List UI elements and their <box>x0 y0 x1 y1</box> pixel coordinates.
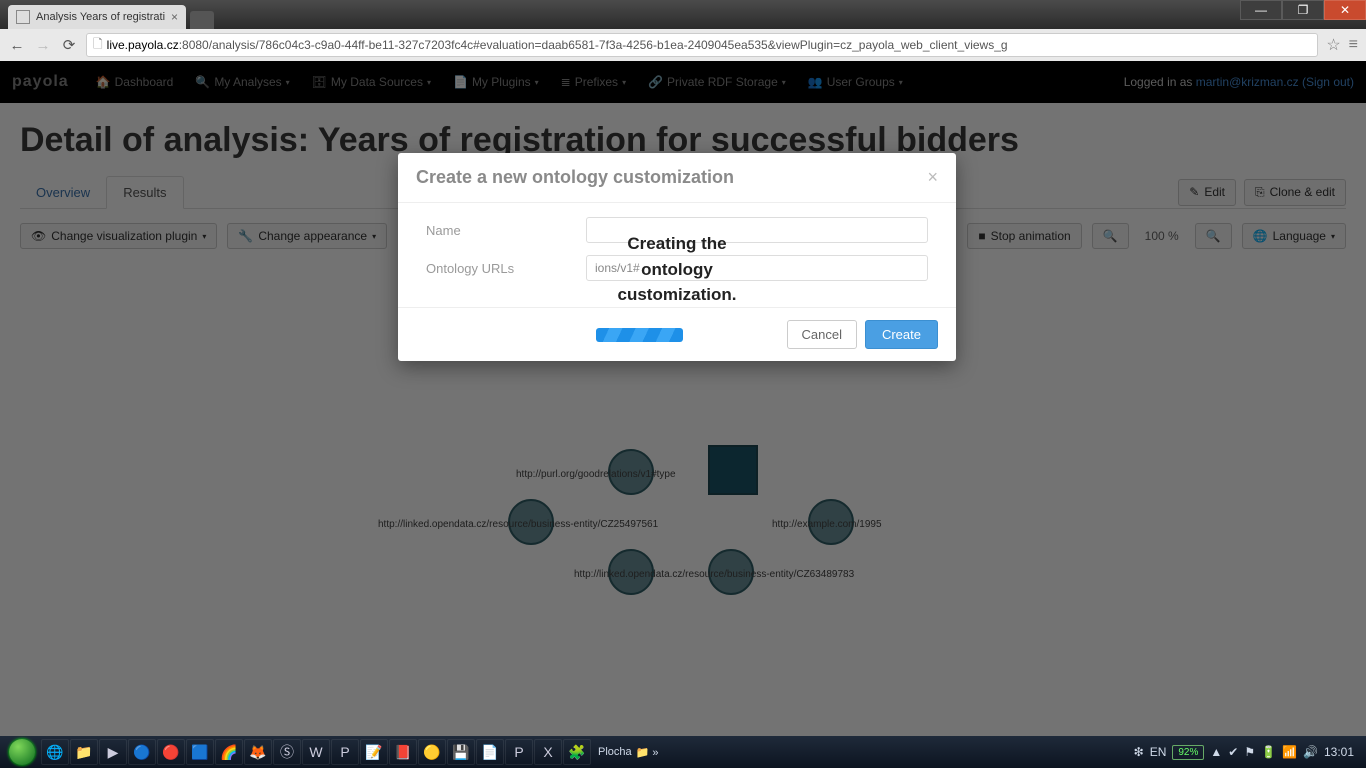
window-controls: — ❐ ✕ <box>1240 0 1366 29</box>
url-host: live.payola.cz <box>107 38 179 52</box>
taskbar-app[interactable]: 🟡 <box>418 739 446 765</box>
progress-bar <box>596 328 683 342</box>
taskbar-app[interactable]: 🔴 <box>157 739 185 765</box>
url-bar[interactable]: 🗋 live.payola.cz :8080/analysis/786c04c3… <box>86 33 1318 57</box>
tray-icon[interactable]: ❇ <box>1134 745 1144 759</box>
tray-lang[interactable]: EN <box>1150 745 1167 759</box>
modal-header: Create a new ontology customization × <box>398 153 956 203</box>
taskbar-desktop-toolbar[interactable]: Plocha 📁 » <box>592 746 665 759</box>
chrome-titlebar: Analysis Years of registrati × — ❐ ✕ <box>0 0 1366 29</box>
tray-icon[interactable]: ⚑ <box>1244 745 1255 759</box>
taskbar-app[interactable]: 🧩 <box>563 739 591 765</box>
modal-body: Name Ontology URLs Creating the ontology… <box>398 203 956 307</box>
windows-orb-icon <box>9 739 35 765</box>
taskbar-firefox[interactable]: 🦊 <box>244 739 272 765</box>
tab-strip: Analysis Years of registrati × <box>0 0 1240 29</box>
cancel-button[interactable]: Cancel <box>787 320 857 349</box>
creating-status: Creating the ontology customization. <box>398 231 956 308</box>
taskbar-ppt[interactable]: P <box>331 739 359 765</box>
tray-chevron-icon[interactable]: ▲ <box>1210 745 1222 759</box>
taskbar-app[interactable]: 📄 <box>476 739 504 765</box>
chrome-menu-icon[interactable]: ≡ <box>1349 36 1358 54</box>
taskbar-word[interactable]: W <box>302 739 330 765</box>
window-minimize[interactable]: — <box>1240 0 1282 20</box>
create-ontology-modal: Create a new ontology customization × Na… <box>398 153 956 361</box>
new-tab-button[interactable] <box>190 11 214 29</box>
taskbar-ppt2[interactable]: P <box>505 739 533 765</box>
tray-volume-icon[interactable]: 🔊 <box>1303 745 1318 759</box>
tab-close-icon[interactable]: × <box>171 10 178 24</box>
modal-footer: Cancel Create <box>398 307 956 361</box>
chrome-toolbar: ← → ⟳ 🗋 live.payola.cz :8080/analysis/78… <box>0 29 1366 61</box>
taskbar-app[interactable]: 💾 <box>447 739 475 765</box>
taskbar-chrome[interactable]: 🌈 <box>215 739 243 765</box>
window-maximize[interactable]: ❐ <box>1282 0 1324 20</box>
browser-tab[interactable]: Analysis Years of registrati × <box>8 5 186 29</box>
taskbar-app[interactable]: 🟦 <box>186 739 214 765</box>
tray-icon[interactable]: ✔ <box>1228 745 1238 759</box>
taskbar-media[interactable]: ▶ <box>99 739 127 765</box>
tray-battery[interactable]: 92% <box>1172 745 1204 760</box>
tray-wifi-icon[interactable]: 📶 <box>1282 745 1297 759</box>
nav-forward-icon[interactable]: → <box>34 36 52 54</box>
tray-clock[interactable]: 13:01 <box>1324 745 1354 759</box>
start-button[interactable] <box>4 738 40 766</box>
taskbar-ie[interactable]: 🌐 <box>41 739 69 765</box>
modal-close-icon[interactable]: × <box>927 167 938 188</box>
tray-power-icon[interactable]: 🔋 <box>1261 745 1276 759</box>
nav-reload-icon[interactable]: ⟳ <box>60 36 78 54</box>
taskbar-explorer[interactable]: 📁 <box>70 739 98 765</box>
taskbar-app[interactable]: 🔵 <box>128 739 156 765</box>
window-close[interactable]: ✕ <box>1324 0 1366 20</box>
taskbar-skype[interactable]: Ⓢ <box>273 739 301 765</box>
modal-title: Create a new ontology customization <box>416 167 927 188</box>
tab-title: Analysis Years of registrati <box>36 11 165 23</box>
nav-back-icon[interactable]: ← <box>8 36 26 54</box>
taskbar-pdf[interactable]: 📕 <box>389 739 417 765</box>
url-path: :8080/analysis/786c04c3-c9a0-44ff-be11-3… <box>179 38 1008 52</box>
systray: ❇ EN 92% ▲ ✔ ⚑ 🔋 📶 🔊 13:01 <box>1134 745 1362 760</box>
page-favicon <box>16 10 30 24</box>
create-button[interactable]: Create <box>865 320 938 349</box>
taskbar-excel[interactable]: X <box>534 739 562 765</box>
bookmark-star-icon[interactable]: ☆ <box>1326 35 1340 55</box>
taskbar: 🌐 📁 ▶ 🔵 🔴 🟦 🌈 🦊 Ⓢ W P 📝 📕 🟡 💾 📄 P X 🧩 Pl… <box>0 736 1366 768</box>
taskbar-notepad[interactable]: 📝 <box>360 739 388 765</box>
app: payola 🏠 Dashboard 🔍 My Analyses ▾ 🗄 My … <box>0 61 1366 736</box>
